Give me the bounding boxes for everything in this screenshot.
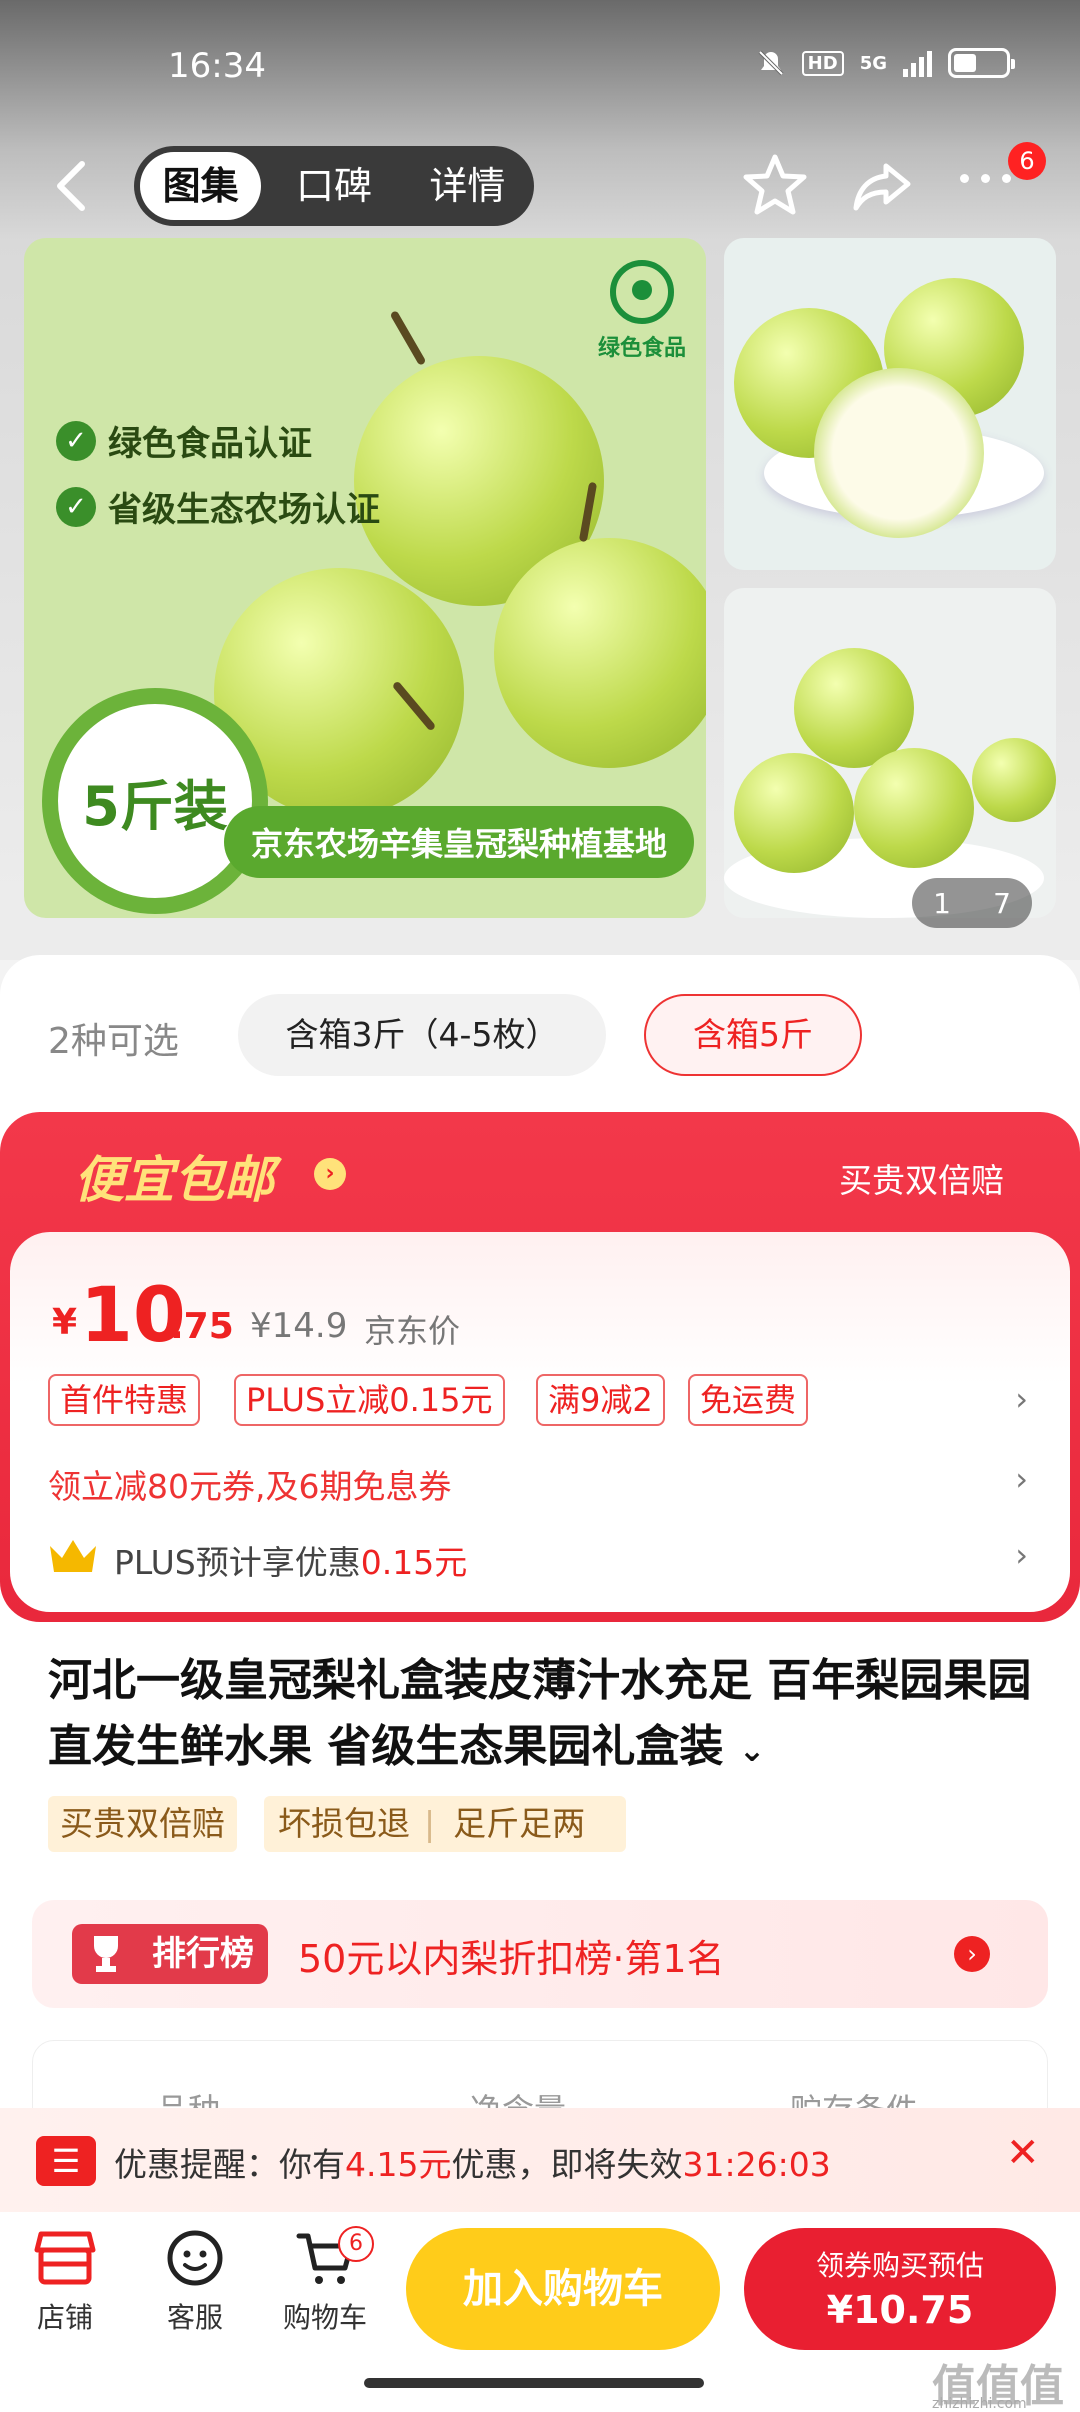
check-icon: ✓ (56, 486, 96, 527)
chevron-right-icon[interactable]: › (1015, 1380, 1028, 1418)
cart-label: 购物车 (282, 2301, 367, 2334)
jd-price: ¥14.9 (250, 1306, 348, 1346)
promo-tag-plus[interactable]: PLUS立减0.15元 (234, 1374, 505, 1426)
image-counter: 1 7 (912, 878, 1032, 928)
green-food-logo-text: 绿色食品 (597, 336, 686, 361)
network-label: 5G (859, 52, 887, 74)
tab-reviews[interactable]: 口碑 (273, 152, 394, 220)
check-icon: ✓ (56, 420, 96, 461)
hd-indicator: HD (801, 50, 844, 76)
option-count-label: 2种可选 (48, 1021, 179, 1062)
tab-gallery[interactable]: 图集 (140, 152, 262, 220)
cart-count-badge: 6 (338, 2226, 374, 2262)
shop-icon (34, 2231, 96, 2285)
divider: | (424, 1804, 436, 1843)
reminder-prefix: 优惠提醒：你有 (114, 2145, 345, 2184)
product-title[interactable]: 河北一级皇冠梨礼盒装皮薄汁水充足 百年梨园果园直发生鲜水果 省级生态果园礼盒装 … (48, 1648, 1038, 1783)
chevron-right-icon[interactable]: › (1015, 1460, 1028, 1498)
green-food-logo: 绿色食品 (596, 260, 688, 380)
image-counter-total: 7 (993, 886, 1011, 920)
back-icon[interactable] (50, 158, 94, 214)
rank-arrow-icon[interactable]: › (954, 1936, 990, 1972)
shop-label: 店铺 (36, 2301, 93, 2334)
promo-tag-first-item[interactable]: 首件特惠 (48, 1374, 201, 1426)
reminder-middle: 优惠，即将失效 (451, 2145, 683, 2184)
promo-tag-free-shipping[interactable]: 免运费 (688, 1374, 809, 1426)
shop-button[interactable]: 店铺 (10, 2226, 120, 2336)
status-time: 16:34 (168, 46, 266, 86)
farm-banner: 京东农场辛集皇冠梨种植基地 (224, 806, 694, 878)
rank-text: 50元以内梨折扣榜·第1名 (298, 1937, 725, 1981)
buy-button-price: ¥10.75 (826, 2288, 974, 2332)
price-decimal: .75 (170, 1306, 234, 1347)
watermark-url: zhizhizhi.com (932, 2396, 1027, 2412)
coupon-line[interactable]: 领立减80元券,及6期免息券 (48, 1460, 451, 1508)
more-badge: 6 (1008, 142, 1046, 180)
image-counter-current: 1 (933, 886, 951, 920)
thumbnail-image[interactable] (724, 238, 1056, 570)
service-tag: 足斤足两 (453, 1804, 586, 1843)
buy-button-label: 领券购买预估 (815, 2249, 984, 2282)
main-product-image[interactable]: 绿色食品 ✓ 绿色食品认证 ✓ 省级生态农场认证 5斤装 京东农场辛集皇冠梨种植基地 (24, 238, 706, 918)
add-to-cart-button[interactable]: 加入购物车 (406, 2228, 720, 2350)
reminder-countdown: 31:26:03 (682, 2145, 831, 2184)
reminder-text: 优惠提醒：你有4.15元优惠，即将失效31:26:03 (114, 2138, 831, 2186)
jd-price-label: 京东价 (364, 1312, 461, 1350)
service-tag: 坏损包退 (278, 1804, 410, 1843)
close-icon[interactable]: ✕ (1006, 2130, 1040, 2176)
status-icons: HD 5G (756, 48, 1015, 78)
cert-green-food: ✓ 绿色食品认证 (56, 416, 312, 465)
promo-tag-discount[interactable]: 满9减2 (536, 1374, 665, 1426)
service-tag[interactable]: 买贵双倍赔 (48, 1796, 237, 1852)
signal-icon (903, 49, 932, 77)
chevron-down-icon[interactable]: ⌄ (739, 1731, 766, 1769)
share-icon[interactable] (852, 158, 912, 214)
plus-savings-value: 0.15元 (360, 1543, 468, 1582)
pack-size-badge: 5斤装 (42, 688, 268, 914)
cert-eco-farm-label: 省级生态农场认证 (108, 490, 380, 530)
double-refund-label[interactable]: 买贵双倍赔 (839, 1154, 1004, 1202)
home-indicator[interactable] (364, 2378, 704, 2388)
buy-with-coupon-button[interactable]: 领券购买预估 ¥10.75 (744, 2228, 1056, 2350)
promo-title[interactable]: 便宜包邮 (74, 1140, 274, 1212)
service-label: 客服 (166, 2301, 223, 2334)
gallery-tabs: 图集 口碑 详情 (134, 146, 534, 226)
trophy-icon (94, 1936, 118, 1972)
battery-icon (948, 48, 1015, 78)
cert-green-food-label: 绿色食品认证 (108, 424, 312, 464)
chat-face-icon (167, 2230, 223, 2286)
plus-savings-line[interactable]: PLUS预计享优惠0.15元 (114, 1536, 467, 1584)
option-3jin[interactable]: 含箱3斤（4-5枚） (238, 994, 606, 1076)
mute-icon (758, 50, 784, 76)
plus-savings-prefix: PLUS预计享优惠 (114, 1543, 361, 1582)
product-title-text: 河北一级皇冠梨礼盒装皮薄汁水充足 百年梨园果园直发生鲜水果 省级生态果园礼盒装 (48, 1655, 1032, 1772)
tab-details[interactable]: 详情 (407, 152, 528, 220)
cert-eco-farm: ✓ 省级生态农场认证 (56, 482, 380, 531)
reminder-icon: ☰ (36, 2136, 96, 2186)
crown-icon (50, 1540, 96, 1572)
option-5jin[interactable]: 含箱5斤 (644, 994, 862, 1076)
service-button[interactable]: 客服 (140, 2226, 250, 2336)
thumbnail-image[interactable] (724, 588, 1056, 918)
price-currency: ¥ (52, 1302, 78, 1343)
more-icon[interactable] (960, 174, 1020, 194)
favorite-star-icon[interactable] (742, 152, 808, 218)
service-tag-group[interactable]: 坏损包退 | 足斤足两 (264, 1796, 626, 1852)
promo-arrow-icon[interactable]: › (314, 1158, 346, 1190)
reminder-amount: 4.15元 (345, 2145, 452, 2184)
chevron-right-icon[interactable]: › (1015, 1536, 1028, 1574)
